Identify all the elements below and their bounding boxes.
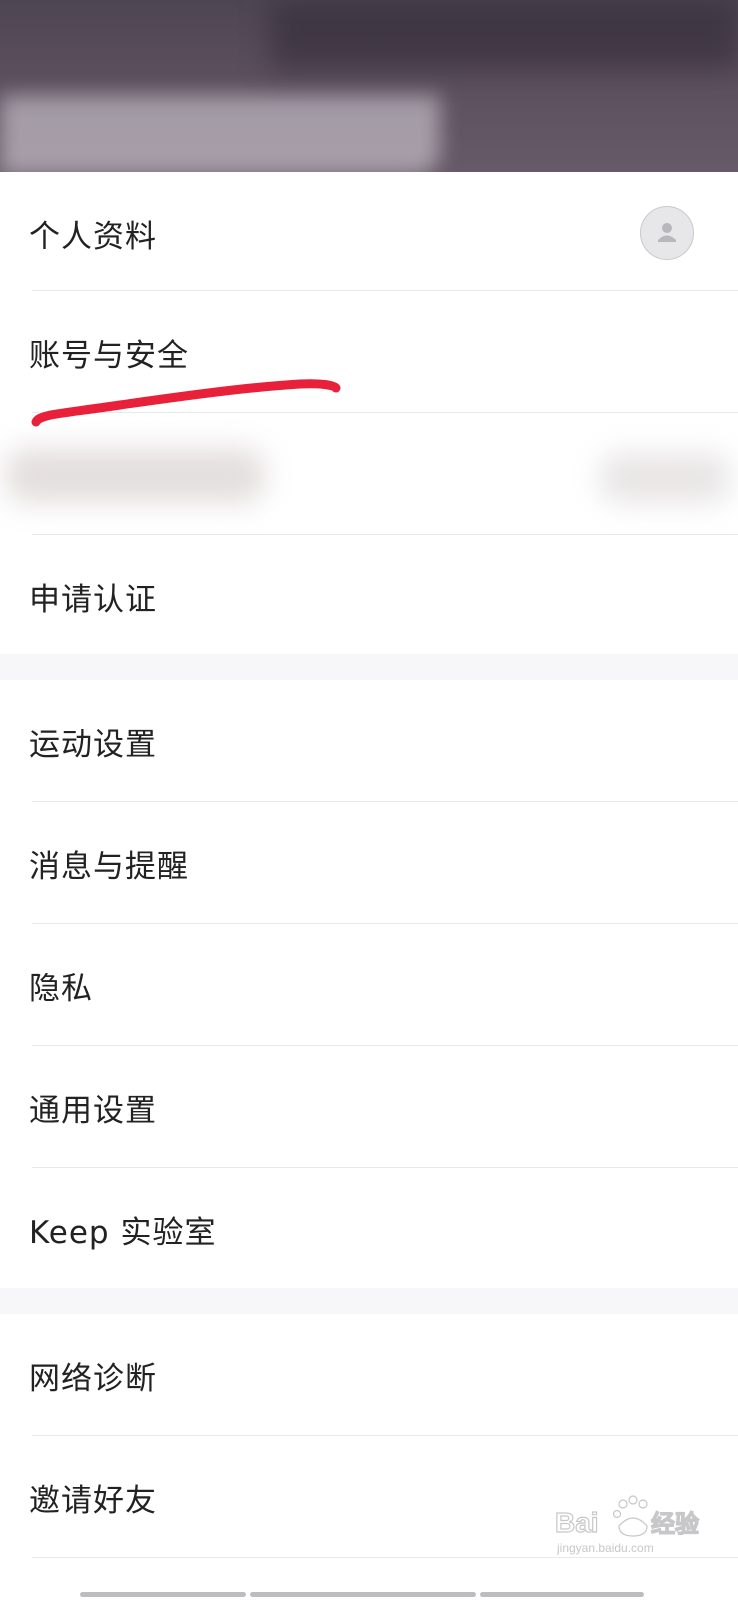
settings-item-label: 隐私 (29, 970, 93, 1007)
settings-item-label: 网络诊断 (29, 1360, 157, 1397)
scroll-indicator-segment (80, 1592, 246, 1597)
settings-item-apply-verification[interactable]: 申请认证 (0, 535, 738, 657)
section-gap (0, 1288, 738, 1314)
scroll-indicator-segment (250, 1592, 476, 1597)
settings-item-label: 个人资料 (29, 218, 157, 255)
settings-item-label: 邀请好友 (29, 1482, 157, 1519)
settings-item-label: 账号与安全 (29, 337, 189, 374)
settings-item-sport-settings[interactable]: 运动设置 (0, 680, 738, 802)
settings-item-label: 申请认证 (29, 581, 157, 618)
section-gap (0, 654, 738, 680)
svg-text:Bai: Bai (555, 1507, 599, 1538)
bottom-scroll-indicator (0, 1590, 738, 1600)
avatar-placeholder-icon[interactable] (640, 206, 694, 260)
settings-item-label: 消息与提醒 (29, 848, 189, 885)
settings-item-network-diagnosis[interactable]: 网络诊断 (0, 1314, 738, 1436)
settings-item-label: Keep 实验室 (29, 1214, 217, 1251)
blurred-header-region-dark (270, 0, 738, 70)
settings-item-profile[interactable]: 个人资料 (0, 172, 738, 294)
settings-section-preferences: 运动设置 消息与提醒 隐私 通用设置 Keep 实验室 (0, 680, 738, 1290)
scroll-indicator-segment (480, 1592, 644, 1597)
baidu-jingyan-watermark-logo: Bai 经验 jingyan.baidu.com (555, 1495, 700, 1555)
settings-item-redacted[interactable] (0, 413, 738, 535)
blurred-header-region (0, 95, 440, 172)
profile-header-banner (0, 0, 738, 172)
settings-item-keep-lab[interactable]: Keep 实验室 (0, 1168, 738, 1290)
settings-item-messages-reminders[interactable]: 消息与提醒 (0, 802, 738, 924)
settings-item-account-security[interactable]: 账号与安全 (0, 291, 738, 413)
settings-item-general-settings[interactable]: 通用设置 (0, 1046, 738, 1168)
settings-item-label: 运动设置 (29, 726, 157, 763)
svg-text:jingyan.baidu.com: jingyan.baidu.com (556, 1541, 654, 1555)
settings-item-label: 通用设置 (29, 1092, 157, 1129)
settings-item-privacy[interactable]: 隐私 (0, 924, 738, 1046)
redacted-content (0, 443, 738, 513)
svg-text:经验: 经验 (651, 1510, 699, 1538)
settings-section-account: 个人资料 账号与安全 申请认证 (0, 172, 738, 657)
